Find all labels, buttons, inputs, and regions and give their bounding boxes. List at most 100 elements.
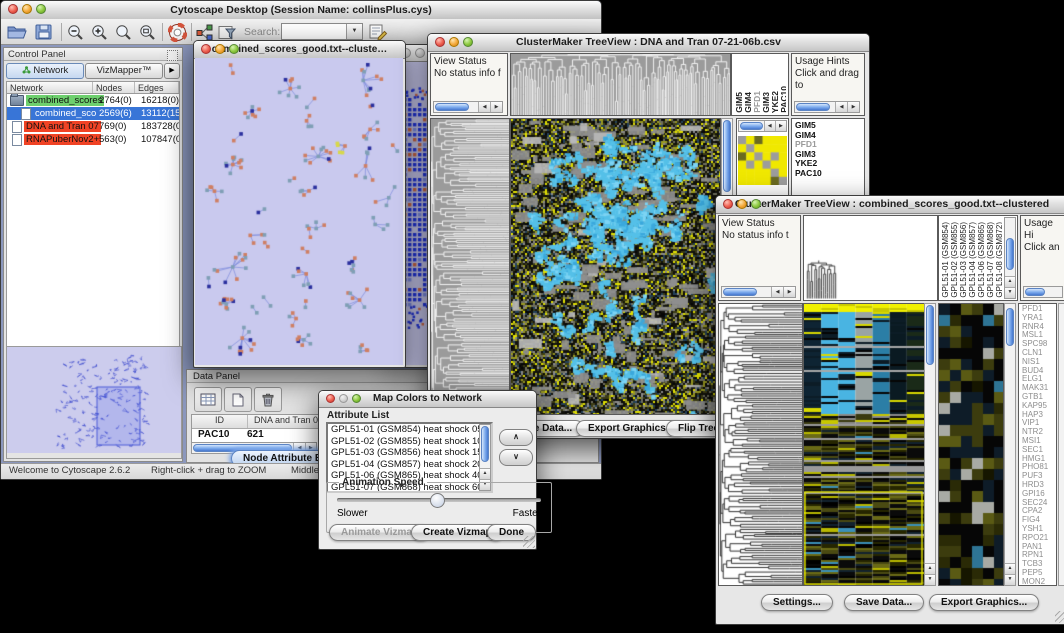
network-canvas[interactable] [195,58,403,365]
row-dendrogram-canvas[interactable] [718,303,803,586]
save-icon[interactable] [35,22,52,42]
attribute-item[interactable]: GPL51-03 (GSM856) heat shock 15 min [328,447,491,459]
zoom-out-icon[interactable] [67,22,84,42]
attribute-table-icon[interactable] [194,387,222,412]
view-status-hscrollbar[interactable] [721,286,796,298]
scroll-thumb[interactable] [926,305,934,365]
column-dendrogram-canvas[interactable] [803,215,938,301]
maximize-button[interactable] [229,44,239,54]
scroll-thumb[interactable] [435,103,469,111]
column-dendrogram-canvas[interactable] [510,53,731,116]
scroll-thumb[interactable] [1025,288,1045,296]
scroll-right-icon[interactable] [847,102,859,112]
help-lifebuoy-icon[interactable] [168,22,187,42]
scroll-thumb[interactable] [723,288,757,296]
scroll-up-icon[interactable] [1005,276,1015,287]
attribute-item[interactable]: GPL51-01 (GSM854) heat shock 05 min [328,424,491,436]
heatmap-vscrollbar[interactable] [924,303,936,586]
minimize-button[interactable] [449,37,459,47]
zoom-fit-icon[interactable] [115,22,132,42]
vizmapper-icon[interactable] [196,22,213,42]
search-dropdown-icon[interactable] [346,24,362,39]
new-attribute-icon[interactable] [224,387,252,412]
scroll-up-icon[interactable] [925,563,935,574]
tab-network[interactable]: Network [6,63,84,79]
scroll-thumb[interactable] [1006,238,1014,270]
tab-overflow-icon[interactable] [164,63,180,79]
move-up-button[interactable]: ∧ [499,429,533,446]
scroll-left-icon[interactable] [764,121,775,131]
minimize-button[interactable] [215,44,225,54]
search-input[interactable] [281,23,363,40]
scroll-right-icon[interactable] [775,121,786,131]
zoomed-heatmap-canvas[interactable] [738,136,787,185]
zoom-hscrollbar[interactable] [738,120,787,132]
scroll-thumb[interactable] [1006,308,1014,346]
zoom-in-icon[interactable] [91,22,108,42]
attribute-item[interactable]: GPL51-02 (GSM855) heat shock 10 min [328,436,491,448]
move-down-button[interactable]: ∨ [499,449,533,466]
network-list-item[interactable]: RNAPuberNov2+ 563(0) 107847(0) [7,133,179,146]
treeview2-titlebar[interactable]: ClusterMaker TreeView : combined_scores_… [716,196,1064,214]
view-status-hscrollbar[interactable] [433,101,503,113]
attribute-item[interactable]: GPL51-04 (GSM857) heat shock 20 min [328,459,491,471]
labels-vscrollbar[interactable] [1004,217,1016,299]
delete-attribute-icon[interactable] [254,387,282,412]
network-view-titlebar[interactable]: combined_scores_good.txt--cluste… [194,41,405,59]
zoom-selected-icon[interactable] [139,22,156,42]
network-list-item[interactable]: DNA and Tran 07 769(0) 183728(0) [7,120,179,133]
zoomed-heatmap-canvas[interactable] [938,303,1004,586]
scroll-thumb[interactable] [723,120,731,192]
scroll-thumb[interactable] [796,103,830,111]
usage-hints-hscrollbar[interactable] [794,101,860,113]
close-button[interactable] [326,394,335,403]
minimize-button[interactable] [737,199,747,209]
float-panel-icon[interactable] [167,50,178,61]
maximize-button[interactable] [751,199,761,209]
heatmap-canvas[interactable] [803,303,925,586]
filter-icon[interactable] [218,22,237,42]
close-button[interactable] [8,4,18,14]
maximize-button[interactable] [36,4,46,14]
maximize-button[interactable] [352,394,361,403]
close-button[interactable] [435,37,445,47]
minimize-button[interactable] [22,4,32,14]
scroll-right-icon[interactable] [783,287,795,297]
maximize-button[interactable] [463,37,473,47]
network-overview-panel[interactable] [6,346,182,459]
annotation-icon[interactable] [369,22,388,42]
dialog-titlebar[interactable]: Map Colors to Network [319,391,536,408]
tab-vizmapper[interactable]: VizMapper™ [85,63,163,79]
network-list-item[interactable]: combined_sco 2569(6) 13112(15) [7,107,179,120]
settings-button[interactable]: Settings... [761,594,833,611]
resize-grip[interactable] [523,536,535,548]
scroll-down-icon[interactable] [925,574,935,585]
resize-grip[interactable] [1055,611,1064,623]
scroll-left-icon[interactable] [771,287,783,297]
close-button[interactable] [723,199,733,209]
speed-slider-thumb[interactable] [430,493,445,508]
scroll-right-icon[interactable] [490,102,502,112]
edge-vscrollbar[interactable] [1058,303,1064,586]
row-dendrogram-canvas[interactable] [430,118,510,415]
close-button[interactable] [201,44,211,54]
scroll-down-icon[interactable] [1005,287,1015,298]
usage-hints-hscrollbar[interactable] [1023,286,1063,298]
treeview1-titlebar[interactable]: ClusterMaker TreeView : DNA and Tran 07-… [428,34,869,52]
scroll-left-icon[interactable] [835,102,847,112]
minimize-button[interactable] [339,394,348,403]
gene-label[interactable]: MON2 [1022,578,1056,586]
gene-label[interactable]: PAC10 [795,169,864,179]
scroll-down-icon[interactable] [1005,574,1015,585]
zoom-vscrollbar[interactable] [1004,303,1016,586]
network-list-item[interactable]: combined_scores 2764(0) 16218(0) [7,94,179,107]
scroll-up-icon[interactable] [1005,563,1015,574]
export-graphics-button[interactable]: Export Graphics... [929,594,1039,611]
scroll-thumb[interactable] [481,426,489,462]
open-folder-icon[interactable] [7,22,28,42]
heatmap-canvas[interactable] [510,118,721,415]
scroll-left-icon[interactable] [478,102,490,112]
minimize-button[interactable] [415,48,425,58]
scroll-thumb[interactable] [740,122,763,130]
main-titlebar[interactable]: Cytoscape Desktop (Session Name: collins… [1,1,601,20]
